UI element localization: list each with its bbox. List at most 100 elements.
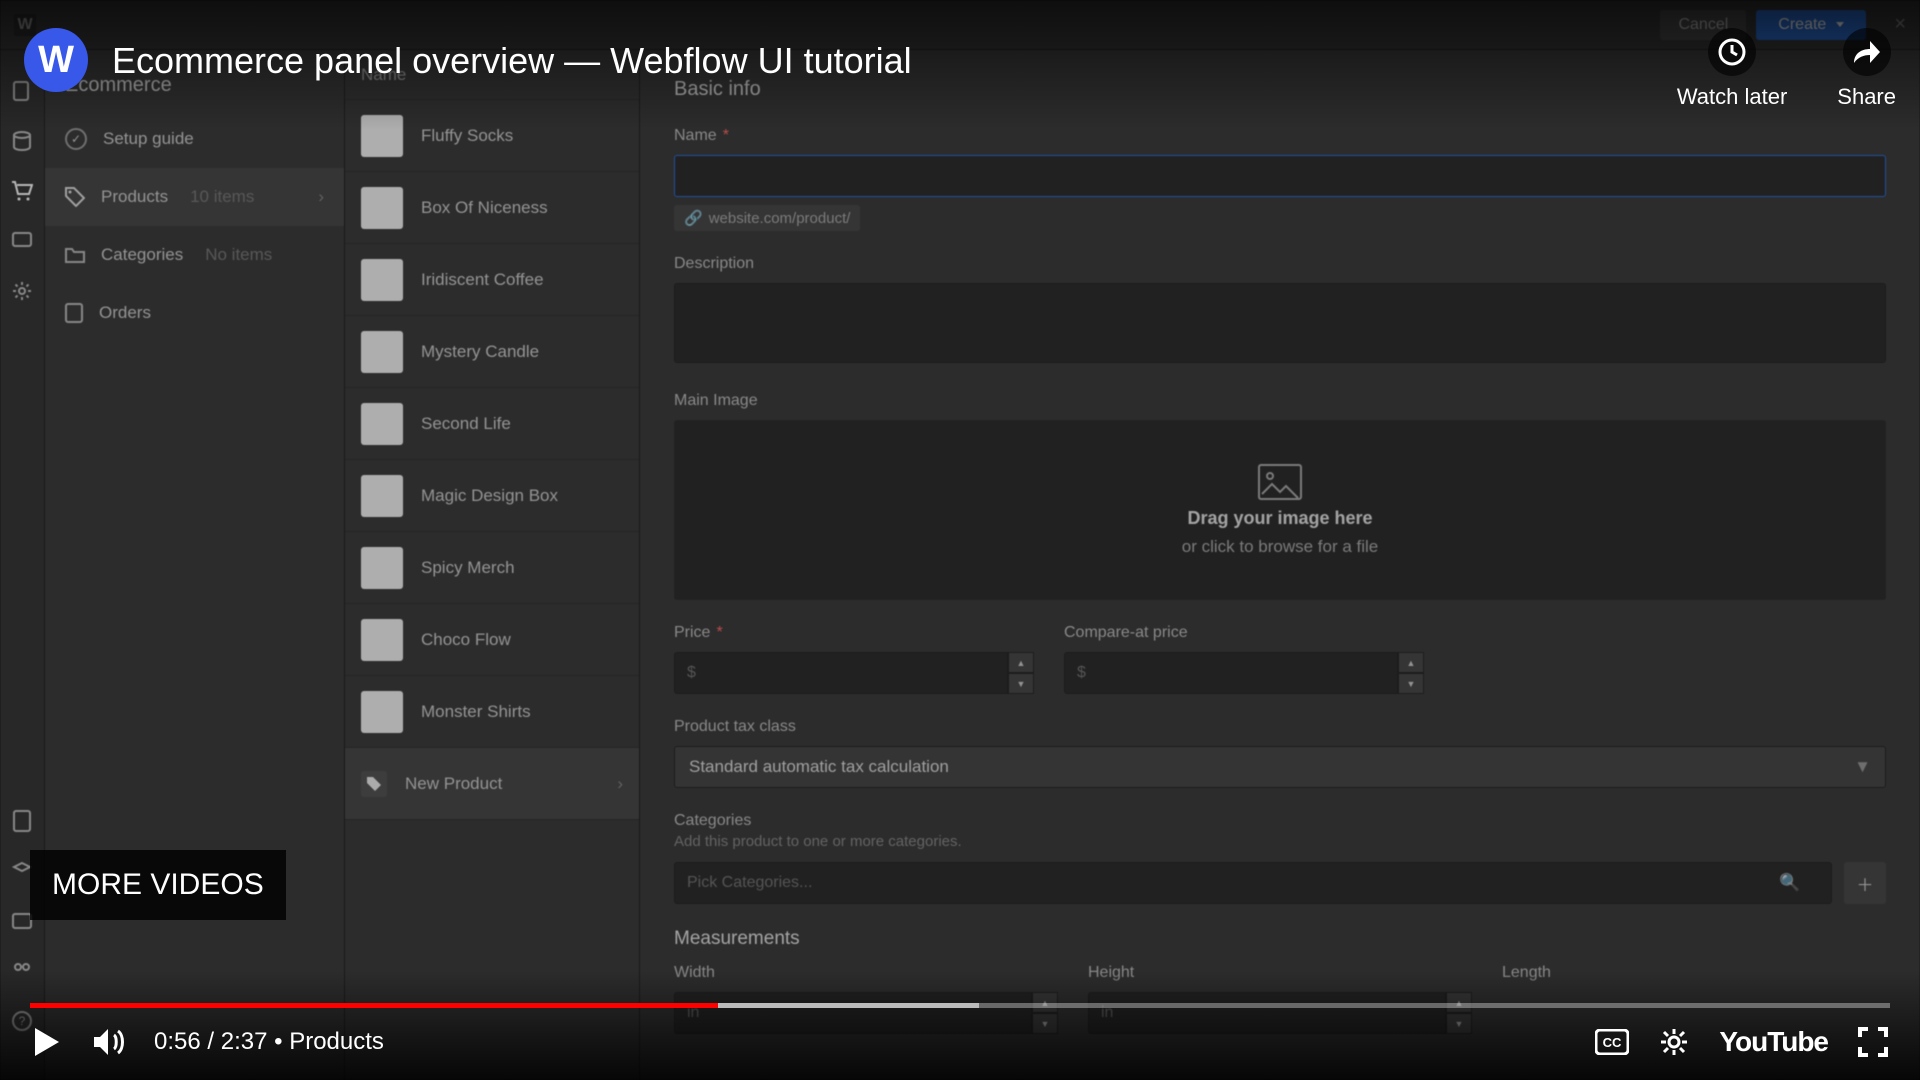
name-input[interactable] [674,155,1886,197]
add-category-button[interactable]: ＋ [1844,862,1886,904]
nav-rail: ? [0,50,45,1080]
product-row[interactable]: Magic Design Box [345,460,639,532]
product-thumb [361,259,403,301]
product-thumb [361,403,403,445]
link-icon: 🔗 [684,209,703,227]
main-image-label: Main Image [674,392,1886,410]
video-bottom-overlay: 0:56 / 2:37 • Products CC YouTube [0,970,1920,1080]
exit-fullscreen-button[interactable] [1856,1025,1890,1059]
product-name: Spicy Merch [421,558,515,578]
sidebar-item-orders[interactable]: Orders [45,284,344,342]
description-input[interactable] [674,283,1886,363]
assets-icon[interactable] [11,230,33,252]
settings-button[interactable] [1657,1025,1691,1059]
required-icon: * [716,624,722,642]
orders-icon [65,303,83,323]
product-row[interactable]: New Product › [345,748,639,820]
product-row[interactable]: Spicy Merch [345,532,639,604]
drop-title: Drag your image here [1187,508,1372,529]
chevron-right-icon: › [617,774,623,794]
image-icon [1258,464,1302,500]
product-form: Basic info Name* 🔗 website.com/product/ … [640,50,1920,1080]
tax-value: Standard automatic tax calculation [689,757,949,777]
compare-stepper[interactable]: ▲▼ [1398,652,1424,694]
cart-icon[interactable] [11,180,33,202]
categories-label: Categories [674,812,1886,830]
product-list: Name Fluffy SocksBox Of NicenessIridisce… [345,50,640,1080]
database-icon[interactable] [11,130,33,152]
description-label: Description [674,255,1886,273]
sidebar-item-count: No items [205,245,272,265]
product-name: Box Of Niceness [421,198,548,218]
slug-chip[interactable]: 🔗 website.com/product/ [674,205,860,231]
categories-sub: Add this product to one or more categori… [674,833,1886,850]
product-row[interactable]: Mystery Candle [345,316,639,388]
sidebar-item-count: 10 items [190,187,254,207]
progress-buffered [718,1003,978,1008]
watch-later-button[interactable]: Watch later [1677,28,1787,110]
slug-text: website.com/product/ [709,210,851,227]
progress-played [30,1003,718,1008]
volume-button[interactable] [92,1025,126,1059]
categories-input[interactable] [674,862,1832,904]
product-thumb [361,547,403,589]
sidebar-item-categories[interactable]: Categories No items [45,226,344,284]
time-total: 2:37 [221,1028,268,1055]
share-icon [1843,28,1891,76]
product-thumb [361,187,403,229]
product-name: Monster Shirts [421,702,531,722]
chapter-name: Products [289,1028,384,1055]
product-row[interactable]: Monster Shirts [345,676,639,748]
video-top-overlay: W Ecommerce panel overview — Webflow UI … [0,0,1920,130]
product-row[interactable]: Box Of Niceness [345,172,639,244]
chevron-up-icon: ▲ [1008,652,1034,673]
progress-bar[interactable] [30,1003,1890,1008]
tax-label: Product tax class [674,718,1886,736]
image-dropzone[interactable]: Drag your image here or click to browse … [674,420,1886,600]
tax-select[interactable]: Standard automatic tax calculation ▼ [674,746,1886,788]
product-thumb [361,691,403,733]
tag-icon [65,187,85,207]
share-label: Share [1837,84,1896,110]
product-name: New Product [405,774,502,794]
video-title[interactable]: Ecommerce panel overview — Webflow UI tu… [112,40,912,82]
tablet-icon[interactable] [11,810,33,832]
play-button[interactable] [30,1025,64,1059]
price-label: Price [674,624,710,642]
product-row[interactable]: Choco Flow [345,604,639,676]
product-name: Magic Design Box [421,486,558,506]
product-thumb [361,331,403,373]
time-display: 0:56 / 2:37 • Products [154,1028,384,1056]
measurements-label: Measurements [674,928,1886,950]
gear-icon[interactable] [11,280,33,302]
sidebar-item-label: Orders [99,303,151,323]
time-current: 0:56 [154,1028,201,1055]
sidebar-item-products[interactable]: Products 10 items › [45,168,344,226]
product-thumb [361,475,403,517]
channel-avatar[interactable]: W [24,28,88,92]
ecommerce-sidebar: Ecommerce ✓ Setup guide Products 10 item… [45,50,345,1080]
svg-text:CC: CC [1603,1035,1622,1050]
compare-label: Compare-at price [1064,624,1424,642]
price-input[interactable] [674,652,1008,694]
chevron-up-icon: ▲ [1398,652,1424,673]
captions-button[interactable]: CC [1595,1025,1629,1059]
product-thumb [361,619,403,661]
youtube-logo-button[interactable]: YouTube [1719,1026,1828,1058]
folder-icon [65,246,85,264]
share-button[interactable]: Share [1837,28,1896,110]
product-row[interactable]: Second Life [345,388,639,460]
compare-input[interactable] [1064,652,1398,694]
chevron-down-icon: ▼ [1854,757,1871,777]
chevron-right-icon: › [318,187,324,207]
product-name: Iridiscent Coffee [421,270,544,290]
watch-later-label: Watch later [1677,84,1787,110]
chevron-down-icon: ▼ [1398,673,1424,694]
sidebar-item-label: Products [101,187,168,207]
sidebar-item-label: Categories [101,245,183,265]
price-stepper[interactable]: ▲▼ [1008,652,1034,694]
product-row[interactable]: Iridiscent Coffee [345,244,639,316]
chevron-down-icon: ▼ [1008,673,1034,694]
more-videos-button[interactable]: MORE VIDEOS [30,850,286,920]
product-name: Second Life [421,414,511,434]
